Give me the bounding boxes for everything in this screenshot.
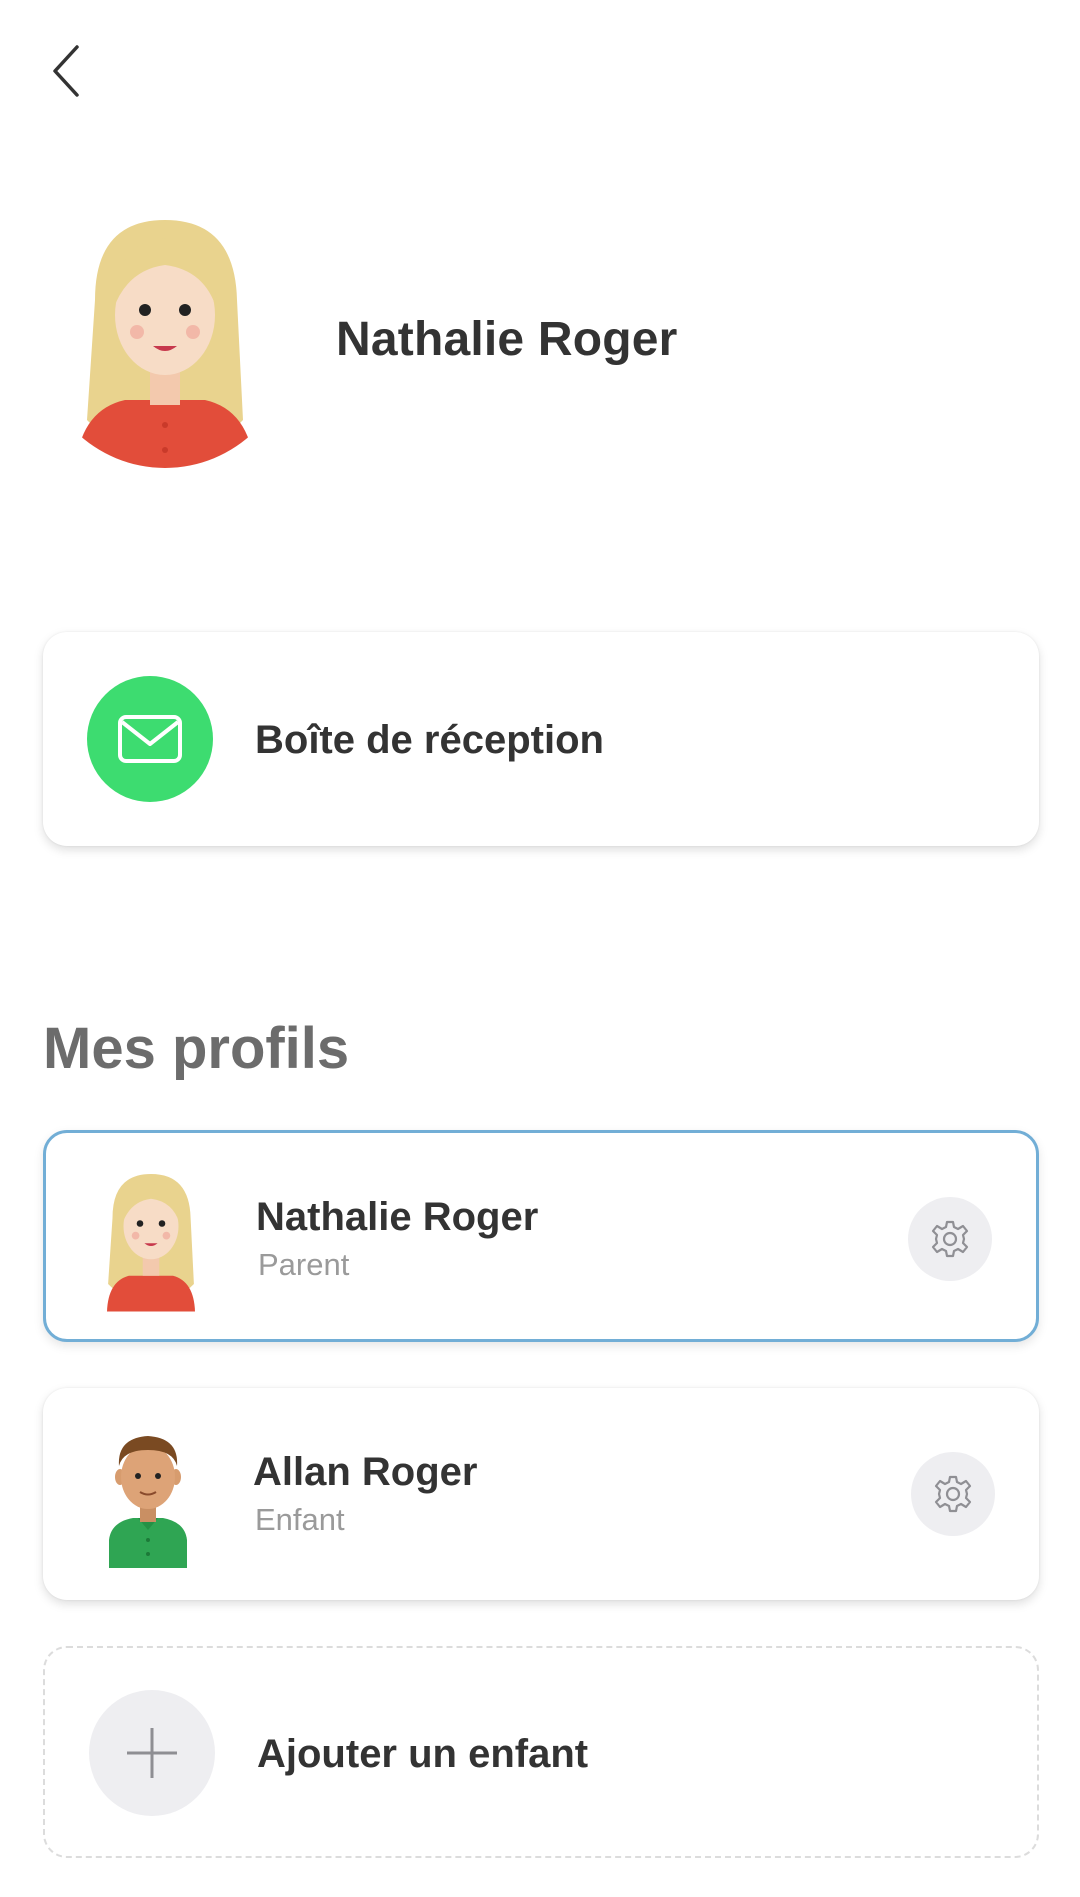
woman-avatar-icon: [107, 1174, 195, 1312]
settings-button[interactable]: [911, 1452, 995, 1536]
profile-role: Parent: [258, 1247, 350, 1282]
add-child-label: Ajouter un enfant: [257, 1732, 589, 1776]
profile-header: Nathalie Roger: [0, 200, 1080, 480]
profile-name: Allan Roger: [253, 1450, 478, 1494]
avatar: [96, 1167, 206, 1313]
inbox-button[interactable]: Boîte de réception: [43, 632, 1039, 846]
profile-role: Enfant: [255, 1502, 345, 1537]
plus-icon: [127, 1728, 177, 1778]
gear-icon: [931, 1220, 969, 1258]
chevron-left-icon: [53, 45, 79, 97]
boy-avatar-icon: [109, 1436, 187, 1568]
mail-icon: [118, 715, 182, 763]
back-button[interactable]: [36, 36, 96, 106]
gear-icon: [934, 1475, 972, 1513]
add-child-button[interactable]: Ajouter un enfant: [43, 1646, 1039, 1858]
settings-button[interactable]: [908, 1197, 992, 1281]
avatar: [65, 210, 265, 470]
profile-card-allan[interactable]: Allan Roger Enfant: [43, 1388, 1039, 1600]
profile-card-nathalie[interactable]: Nathalie Roger Parent: [43, 1130, 1039, 1342]
profile-name: Nathalie Roger: [336, 313, 678, 366]
profile-name: Nathalie Roger: [256, 1195, 539, 1239]
inbox-icon-circle: [87, 676, 213, 802]
avatar: [93, 1422, 203, 1568]
woman-avatar-icon: [75, 220, 255, 468]
section-title: Mes profils: [43, 1016, 350, 1081]
inbox-label: Boîte de réception: [255, 718, 604, 762]
add-icon-circle: [89, 1690, 215, 1816]
